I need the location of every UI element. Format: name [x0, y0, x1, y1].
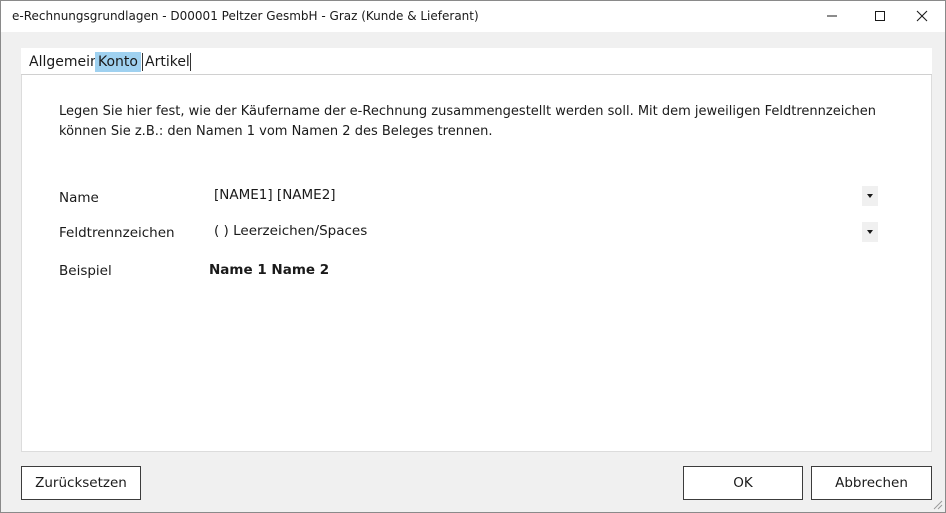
tab-divider: [190, 53, 191, 71]
minimize-icon: [827, 15, 837, 17]
separator-dropdown[interactable]: ( ) Leerzeichen/Spaces: [208, 219, 878, 245]
name-dropdown-arrow[interactable]: [862, 186, 878, 206]
name-label: Name: [59, 190, 99, 206]
tab-konto[interactable]: Konto: [95, 52, 141, 72]
separator-dropdown-value: ( ) Leerzeichen/Spaces: [214, 223, 368, 239]
description-line: können Sie z.B.: den Namen 1 vom Namen 2…: [59, 124, 493, 139]
ok-button[interactable]: OK: [683, 466, 803, 500]
name-dropdown-value: [NAME1] [NAME2]: [214, 187, 336, 203]
example-value: Name 1 Name 2: [209, 262, 330, 278]
description-text: Legen Sie hier fest, wie der Käufername …: [59, 102, 879, 142]
maximize-icon: [875, 11, 885, 21]
close-icon: [916, 10, 928, 22]
tab-artikel[interactable]: Artikel: [142, 52, 193, 72]
konto-panel: Legen Sie hier fest, wie der Käufername …: [21, 75, 932, 452]
tab-strip: Allgemein Konto Artikel: [21, 48, 932, 75]
window-title: e-Rechnungsgrundlagen - D00001 Peltzer G…: [12, 9, 479, 23]
name-dropdown[interactable]: [NAME1] [NAME2]: [208, 183, 878, 209]
reset-button[interactable]: Zurücksetzen: [21, 466, 141, 500]
maximize-button[interactable]: [857, 1, 903, 32]
title-bar[interactable]: e-Rechnungsgrundlagen - D00001 Peltzer G…: [1, 1, 945, 32]
caret-down-icon: [867, 230, 873, 234]
cancel-button[interactable]: Abbrechen: [811, 466, 932, 500]
close-button[interactable]: [899, 1, 945, 32]
description-line: Legen Sie hier fest, wie der Käufername …: [59, 104, 876, 119]
caret-down-icon: [867, 194, 873, 198]
tab-allgemein[interactable]: Allgemein: [26, 52, 102, 72]
resize-grip-icon[interactable]: [931, 498, 943, 510]
separator-dropdown-arrow[interactable]: [862, 222, 878, 242]
separator-label: Feldtrennzeichen: [59, 225, 175, 241]
minimize-button[interactable]: [809, 1, 855, 32]
example-label: Beispiel: [59, 263, 112, 279]
dialog-window: e-Rechnungsgrundlagen - D00001 Peltzer G…: [0, 0, 946, 513]
